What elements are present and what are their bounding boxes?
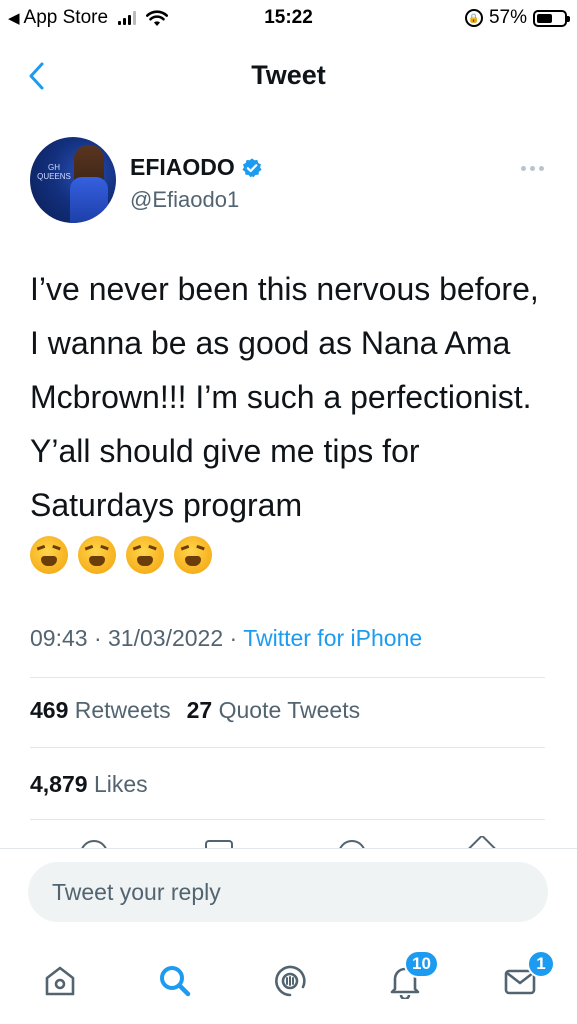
meta-separator: ·: [229, 625, 238, 651]
more-options-button[interactable]: [517, 161, 547, 175]
more-dot: [520, 165, 526, 171]
retweet-stats-row: 469 Retweets 27 Quote Tweets: [30, 697, 360, 724]
avatar-dress: [70, 177, 108, 223]
spaces-icon: [275, 965, 306, 997]
tweet-meta: 09:43 · 31/03/2022 · Twitter for iPhone: [30, 625, 422, 652]
more-dot: [529, 165, 535, 171]
tired-face-emoji-icon: [30, 536, 68, 574]
tired-face-emoji-icon: [78, 536, 116, 574]
quote-tweets-stat[interactable]: 27 Quote Tweets: [187, 697, 360, 724]
search-icon: [160, 966, 191, 997]
avatar-caption: GH QUEENS: [37, 163, 71, 181]
page-title: Tweet: [251, 60, 326, 90]
divider: [30, 747, 545, 748]
tweet-author: GH QUEENS EFIAODO @Efiaodo1: [30, 137, 547, 227]
battery-icon: [533, 9, 570, 27]
status-bar-right: 🔒 57%: [464, 7, 570, 29]
tab-search[interactable]: [150, 956, 200, 1006]
tab-home[interactable]: [35, 956, 85, 1006]
divider: [30, 819, 545, 820]
notifications-badge: 10: [404, 950, 439, 978]
reply-input[interactable]: Tweet your reply: [28, 862, 548, 922]
more-dot: [538, 165, 544, 171]
likes-stats-row: 4,879 Likes: [30, 771, 148, 798]
quote-tweets-label: Quote Tweets: [218, 697, 361, 723]
tab-notifications[interactable]: 10: [380, 950, 439, 1006]
meta-separator: ·: [93, 625, 102, 651]
tab-messages[interactable]: 1: [495, 950, 555, 1006]
verified-badge-icon: [242, 157, 262, 177]
reply-bar: Tweet your reply: [0, 848, 577, 936]
display-name-row[interactable]: EFIAODO: [130, 154, 263, 181]
tweet-source-link[interactable]: Twitter for iPhone: [243, 625, 422, 651]
likes-count: 4,879: [30, 771, 88, 797]
likes-label: Likes: [93, 771, 148, 797]
home-icon: [45, 966, 75, 996]
retweets-count: 469: [30, 697, 69, 723]
tab-spaces[interactable]: [265, 956, 315, 1006]
orientation-lock-icon: 🔒: [464, 9, 483, 27]
tweet-text: I’ve never been this nervous before, I w…: [30, 271, 539, 523]
retweets-stat[interactable]: 469 Retweets: [30, 697, 171, 724]
quote-tweets-count: 27: [186, 697, 213, 723]
tired-face-emoji-icon: [174, 536, 212, 574]
retweets-label: Retweets: [74, 697, 171, 723]
user-handle[interactable]: @Efiaodo1: [130, 187, 239, 213]
tweet-time: 09:43: [30, 625, 88, 651]
messages-badge: 1: [527, 950, 555, 978]
emoji-row: [30, 536, 212, 574]
display-name[interactable]: EFIAODO: [130, 154, 235, 181]
status-bar: ◀ App Store 15:22 🔒 57%: [0, 0, 577, 40]
divider: [30, 677, 545, 678]
tweet-date: 31/03/2022: [108, 625, 224, 651]
bottom-tab-bar: 10 1: [0, 936, 577, 1024]
avatar[interactable]: GH QUEENS: [30, 137, 116, 223]
top-navigation-bar: Tweet: [0, 44, 577, 108]
likes-stat[interactable]: 4,879 Likes: [30, 771, 148, 798]
tired-face-emoji-icon: [126, 536, 164, 574]
battery-percentage: 57%: [488, 7, 527, 28]
